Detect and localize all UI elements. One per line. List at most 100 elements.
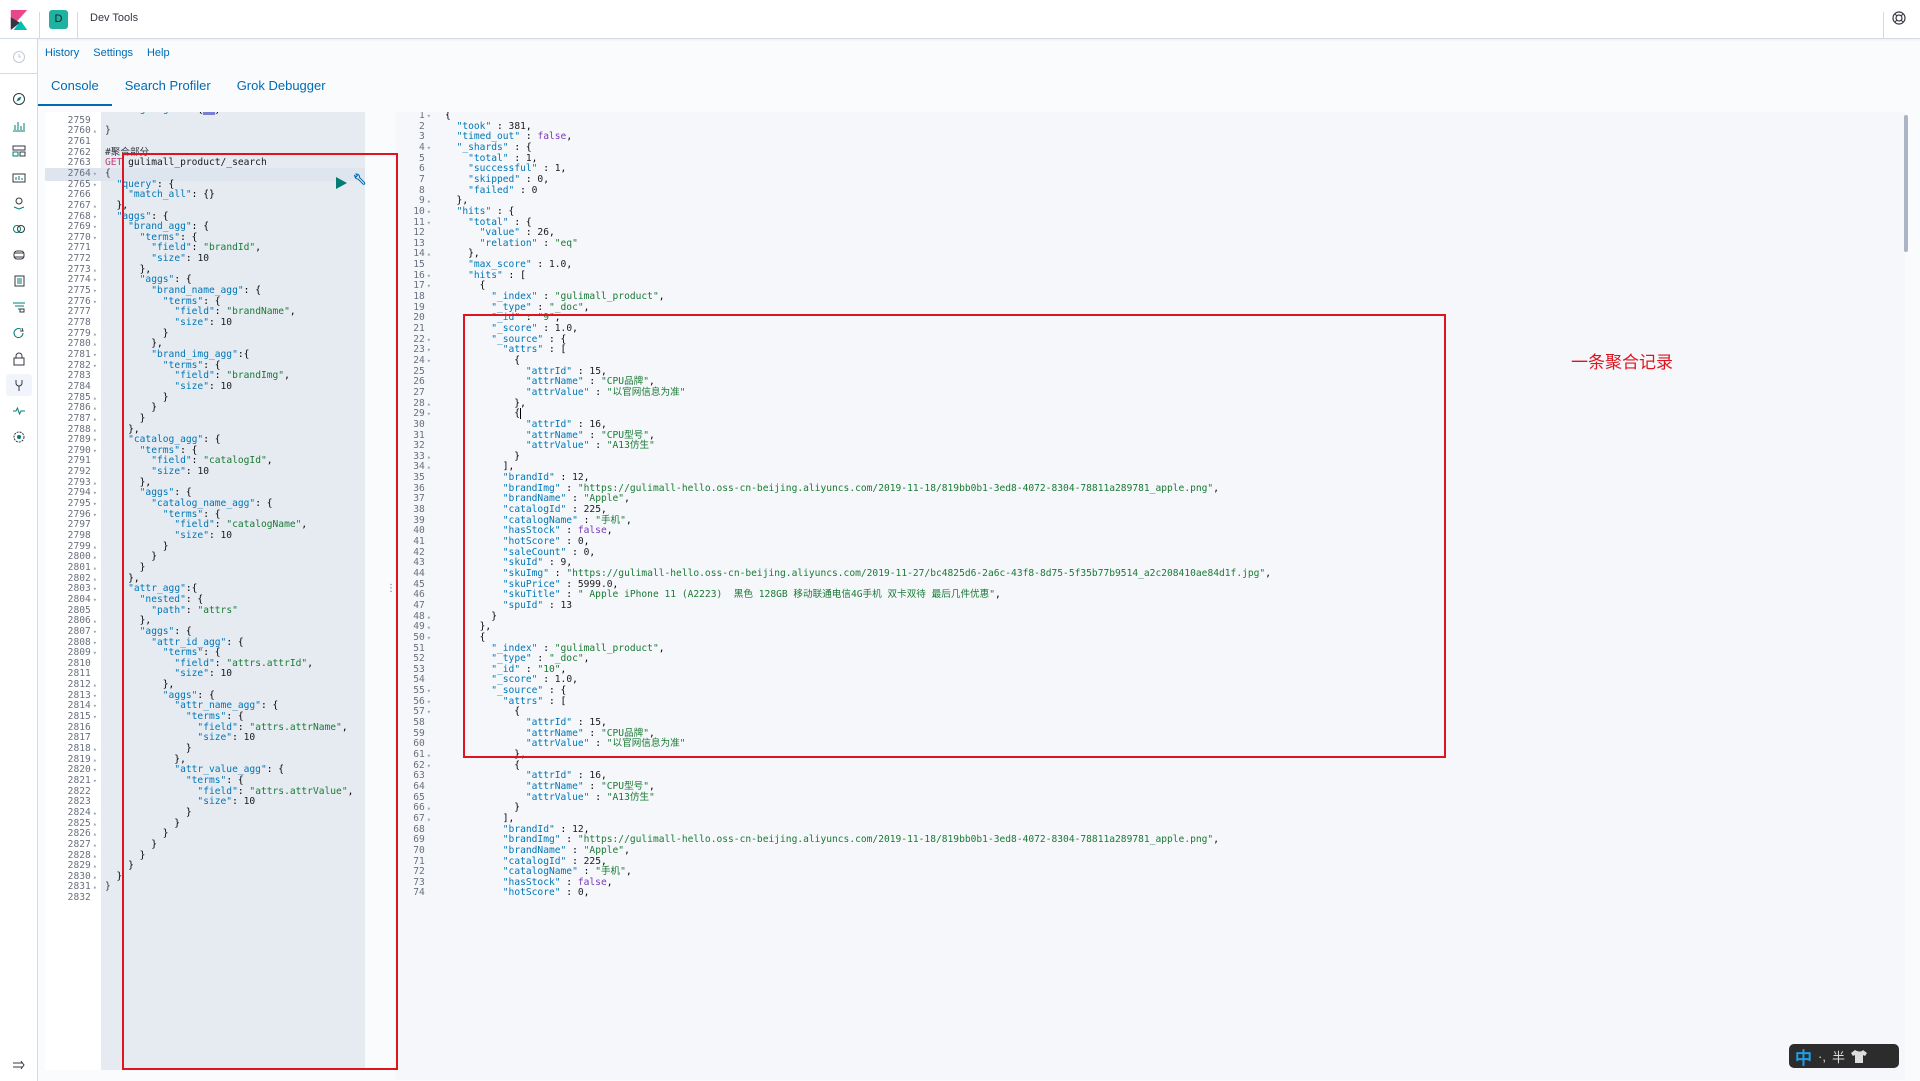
fold-toggle-icon[interactable]: ▾ [427,346,431,354]
fold-toggle-icon[interactable]: ▴ [93,681,97,689]
fold-toggle-icon[interactable]: ▴ [93,202,97,210]
visualize-icon[interactable] [9,115,29,135]
fold-toggle-icon[interactable]: ▾ [93,692,97,700]
fold-toggle-icon[interactable]: ▾ [93,223,97,231]
fold-toggle-icon[interactable]: ▴ [427,453,431,461]
fold-toggle-icon[interactable]: ▾ [93,585,97,593]
kibana-logo-icon[interactable] [10,10,28,30]
fold-toggle-icon[interactable]: ▴ [93,756,97,764]
fold-toggle-icon[interactable]: ▴ [93,873,97,881]
fold-toggle-icon[interactable]: ▾ [93,276,97,284]
fold-toggle-icon[interactable]: ▾ [427,708,431,716]
fold-toggle-icon[interactable]: ▴ [93,330,97,338]
ime-punct[interactable]: ·, [1818,1049,1826,1064]
fold-toggle-icon[interactable]: ▾ [93,447,97,455]
dashboard-icon[interactable] [9,141,29,161]
infrastructure-icon[interactable] [9,245,29,265]
canvas-icon[interactable] [9,167,29,187]
settings-link[interactable]: Settings [93,47,133,59]
fold-toggle-icon[interactable]: ▾ [427,687,431,695]
fold-toggle-icon[interactable]: ▾ [427,144,431,152]
fold-toggle-icon[interactable]: ▾ [427,762,431,770]
fold-toggle-icon[interactable]: ▴ [427,463,431,471]
fold-toggle-icon[interactable]: ▴ [93,852,97,860]
tab-console[interactable]: Console [38,72,112,106]
fold-toggle-icon[interactable]: ▴ [427,804,431,812]
fold-toggle-icon[interactable]: ▾ [93,213,97,221]
collapse-nav-icon[interactable] [9,1055,29,1075]
maps-icon[interactable] [9,193,29,213]
fold-toggle-icon[interactable]: ▴ [93,543,97,551]
fold-toggle-icon[interactable]: ▾ [427,112,431,120]
fold-toggle-icon[interactable]: ▾ [93,500,97,508]
history-link[interactable]: History [45,47,79,59]
fold-toggle-icon[interactable]: ▾ [93,181,97,189]
fold-toggle-icon[interactable]: ▴ [93,404,97,412]
fold-toggle-icon[interactable]: ▾ [427,410,431,418]
fold-toggle-icon[interactable]: ▾ [427,208,431,216]
help-icon[interactable] [1892,11,1906,25]
fold-toggle-icon[interactable]: ▴ [93,575,97,583]
fold-toggle-icon[interactable]: ▾ [93,596,97,604]
tab-grok-debugger[interactable]: Grok Debugger [224,72,339,106]
fold-toggle-icon[interactable]: ▴ [427,250,431,258]
fold-toggle-icon[interactable]: ▴ [93,820,97,828]
fold-toggle-icon[interactable]: ▴ [93,479,97,487]
fold-toggle-icon[interactable]: ▾ [93,713,97,721]
fold-toggle-icon[interactable]: ▾ [427,336,431,344]
fold-toggle-icon[interactable]: ▴ [93,553,97,561]
ime-status-bar[interactable]: 中 ·, 半 [1789,1044,1899,1068]
ime-skin-icon[interactable] [1850,1049,1867,1063]
fold-toggle-icon[interactable]: ▴ [427,623,431,631]
fold-toggle-icon[interactable]: ▾ [93,649,97,657]
fold-toggle-icon[interactable]: ▾ [93,511,97,519]
ime-width[interactable]: 半 [1832,1047,1845,1066]
fold-toggle-icon[interactable]: ▴ [93,830,97,838]
fold-toggle-icon[interactable]: ▾ [93,777,97,785]
space-avatar[interactable]: D [49,10,68,29]
ime-mode[interactable]: 中 [1795,1044,1812,1069]
dev-tools-icon[interactable] [6,374,32,396]
ml-icon[interactable] [9,219,29,239]
fold-toggle-icon[interactable]: ▴ [427,751,431,759]
management-icon[interactable] [9,427,29,447]
fold-toggle-icon[interactable]: ▴ [93,394,97,402]
fold-toggle-icon[interactable]: ▾ [93,362,97,370]
discover-icon[interactable] [9,89,29,109]
fold-toggle-icon[interactable]: ▴ [93,564,97,572]
fold-toggle-icon[interactable]: ▴ [93,862,97,870]
fold-toggle-icon[interactable]: ▾ [427,219,431,227]
fold-toggle-icon[interactable]: ▴ [93,426,97,434]
fold-toggle-icon[interactable]: ▾ [93,639,97,647]
siem-icon[interactable] [9,349,29,369]
recently-viewed-icon[interactable] [9,47,29,67]
fold-toggle-icon[interactable]: ▴ [93,617,97,625]
fold-toggle-icon[interactable]: ▾ [93,766,97,774]
fold-toggle-icon[interactable]: ▴ [93,340,97,348]
fold-toggle-icon[interactable]: ▾ [93,234,97,242]
fold-toggle-icon[interactable]: ▾ [427,272,431,280]
fold-toggle-icon[interactable]: ▾ [93,287,97,295]
fold-toggle-icon[interactable]: ▴ [93,841,97,849]
fold-toggle-icon[interactable]: ▾ [427,698,431,706]
monitoring-icon[interactable] [9,401,29,421]
fold-toggle-icon[interactable]: ▴ [427,400,431,408]
fold-toggle-icon[interactable]: ▴ [427,197,431,205]
fold-toggle-icon[interactable]: ▾ [93,170,97,178]
fold-toggle-icon[interactable]: ▴ [93,127,97,135]
fold-toggle-icon[interactable]: ▾ [93,436,97,444]
fold-toggle-icon[interactable]: ▾ [427,634,431,642]
fold-toggle-icon[interactable]: ▴ [427,613,431,621]
uptime-icon[interactable] [9,323,29,343]
fold-toggle-icon[interactable]: ▾ [93,351,97,359]
fold-toggle-icon[interactable]: ▴ [93,745,97,753]
fold-toggle-icon[interactable]: ▾ [93,489,97,497]
help-link[interactable]: Help [147,47,170,59]
fold-toggle-icon[interactable]: ▴ [93,415,97,423]
fold-toggle-icon[interactable]: ▾ [93,628,97,636]
fold-toggle-icon[interactable]: ▴ [93,883,97,891]
fold-toggle-icon[interactable]: ▾ [427,357,431,365]
fold-toggle-icon[interactable]: ▾ [93,702,97,710]
output-scrollbar[interactable] [1904,115,1908,252]
fold-toggle-icon[interactable]: ▴ [93,809,97,817]
